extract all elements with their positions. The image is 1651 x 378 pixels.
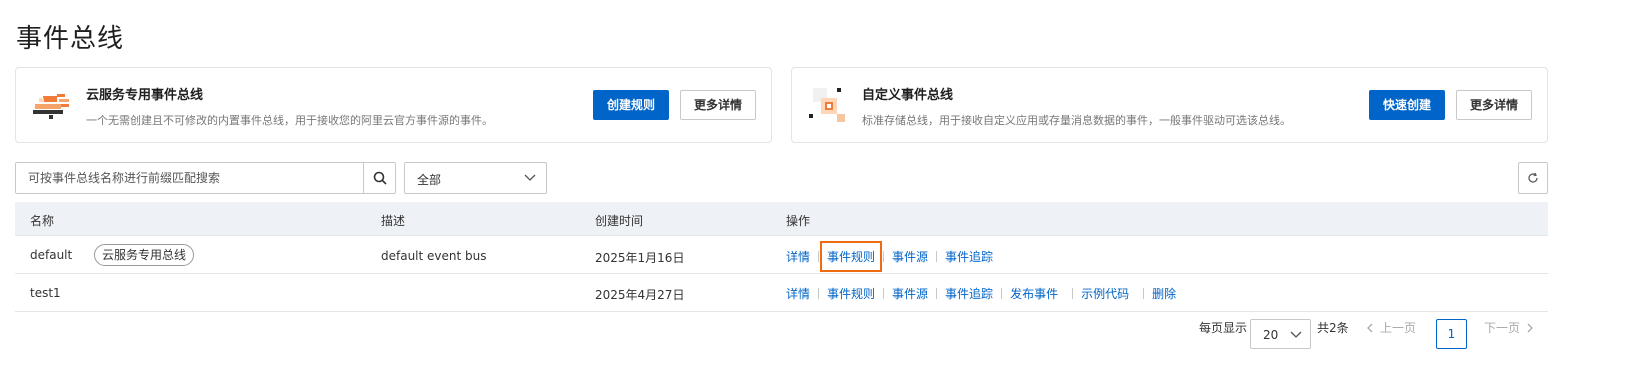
event-source-link[interactable]: 事件源 xyxy=(892,285,928,302)
bus-type-filter-select[interactable]: 全部 xyxy=(404,162,547,194)
chevron-down-icon xyxy=(524,174,536,181)
details-link[interactable]: 详情 xyxy=(786,285,810,302)
divider xyxy=(818,250,820,262)
bus-type-tag: 云服务专用总线 xyxy=(94,244,195,266)
header-created: 创建时间 xyxy=(595,214,644,228)
bus-created-time: 2025年1月16日 xyxy=(595,251,685,265)
event-trace-link[interactable]: 事件追踪 xyxy=(945,285,993,302)
event-rules-link[interactable]: 事件规则 xyxy=(827,285,875,302)
quick-create-button[interactable]: 快速创建 xyxy=(1369,90,1445,120)
custom-more-details-button[interactable]: 更多详情 xyxy=(1456,90,1532,120)
divider xyxy=(883,250,885,262)
total-count: 共2条 xyxy=(1317,319,1349,351)
bus-description: default event bus xyxy=(381,249,487,263)
divider xyxy=(1072,287,1074,299)
cloud-more-details-button[interactable]: 更多详情 xyxy=(680,90,756,120)
chevron-left-icon xyxy=(1367,323,1373,333)
cloud-bus-card: 云服务专用事件总线 一个无需创建且不可修改的内置事件总线，用于接收您的阿里云官方… xyxy=(15,67,772,143)
divider xyxy=(936,250,938,262)
custom-bus-title: 自定义事件总线 xyxy=(862,88,954,103)
create-rule-button[interactable]: 创建规则 xyxy=(593,90,669,120)
next-page-button[interactable]: 下一页 xyxy=(1484,319,1534,351)
search-icon xyxy=(373,171,387,185)
divider xyxy=(1001,287,1003,299)
total-count-text: 共2条 xyxy=(1317,321,1349,335)
divider xyxy=(818,287,820,299)
filter-value: 全部 xyxy=(417,173,442,187)
sample-code-link[interactable]: 示例代码 xyxy=(1081,285,1129,302)
search-box xyxy=(15,162,396,194)
next-page-label: 下一页 xyxy=(1484,321,1521,335)
bus-name-link[interactable]: test1 xyxy=(30,286,61,300)
divider xyxy=(936,287,938,299)
page-size-value: 20 xyxy=(1263,328,1279,342)
refresh-icon xyxy=(1528,172,1538,183)
header-description: 描述 xyxy=(381,214,406,228)
search-input[interactable] xyxy=(16,163,364,193)
header-operations: 操作 xyxy=(786,214,811,228)
cloud-bus-title: 云服务专用事件总线 xyxy=(86,88,204,103)
table-header: 名称 描述 创建时间 操作 xyxy=(15,202,1548,236)
search-button[interactable] xyxy=(363,163,395,193)
bus-created-time: 2025年4月27日 xyxy=(595,288,685,302)
publish-event-link[interactable]: 发布事件 xyxy=(1010,285,1058,302)
details-link[interactable]: 详情 xyxy=(786,248,810,265)
row-operations: 详情 事件规则 事件源 事件追踪 xyxy=(786,240,993,272)
prev-page-button[interactable]: 上一页 xyxy=(1366,319,1416,351)
event-rules-link[interactable]: 事件规则 xyxy=(820,240,883,272)
custom-bus-card: 自定义事件总线 标准存储总线，用于接收自定义应用或存量消息数据的事件，一般事件驱… xyxy=(791,67,1548,143)
bus-name-link[interactable]: default xyxy=(30,248,72,262)
chevron-down-icon xyxy=(1290,331,1302,338)
divider xyxy=(1143,287,1145,299)
page-number-1[interactable]: 1 xyxy=(1436,319,1467,349)
custom-bus-description: 标准存储总线，用于接收自定义应用或存量消息数据的事件，一般事件驱动可选该总线。 xyxy=(862,114,1291,127)
divider xyxy=(883,287,885,299)
custom-bus-illustration-icon xyxy=(809,88,845,122)
page-title: 事件总线 xyxy=(16,24,125,54)
cloud-bus-illustration-icon xyxy=(33,94,69,119)
cloud-bus-description: 一个无需创建且不可修改的内置事件总线，用于接收您的阿里云官方事件源的事件。 xyxy=(86,114,493,127)
table-row: default 云服务专用总线 default event bus 2025年1… xyxy=(15,236,1548,274)
delete-link[interactable]: 删除 xyxy=(1152,285,1176,302)
header-name: 名称 xyxy=(30,214,55,228)
chevron-right-icon xyxy=(1527,323,1533,333)
prev-page-label: 上一页 xyxy=(1380,321,1417,335)
event-trace-link[interactable]: 事件追踪 xyxy=(945,248,993,265)
table-row: test1 2025年4月27日 详情 事件规则 事件源 事件追踪 发布事件 示… xyxy=(15,274,1548,312)
event-bus-table: 名称 描述 创建时间 操作 default 云服务专用总线 default ev… xyxy=(15,202,1548,312)
refresh-button[interactable] xyxy=(1518,162,1548,194)
event-source-link[interactable]: 事件源 xyxy=(892,248,928,265)
page-size-select[interactable]: 20 xyxy=(1250,319,1311,349)
per-page-label: 每页显示 xyxy=(1199,319,1247,351)
row-operations: 详情 事件规则 事件源 事件追踪 发布事件 示例代码 删除 xyxy=(786,285,1176,301)
per-page-label-text: 每页显示 xyxy=(1199,321,1248,335)
